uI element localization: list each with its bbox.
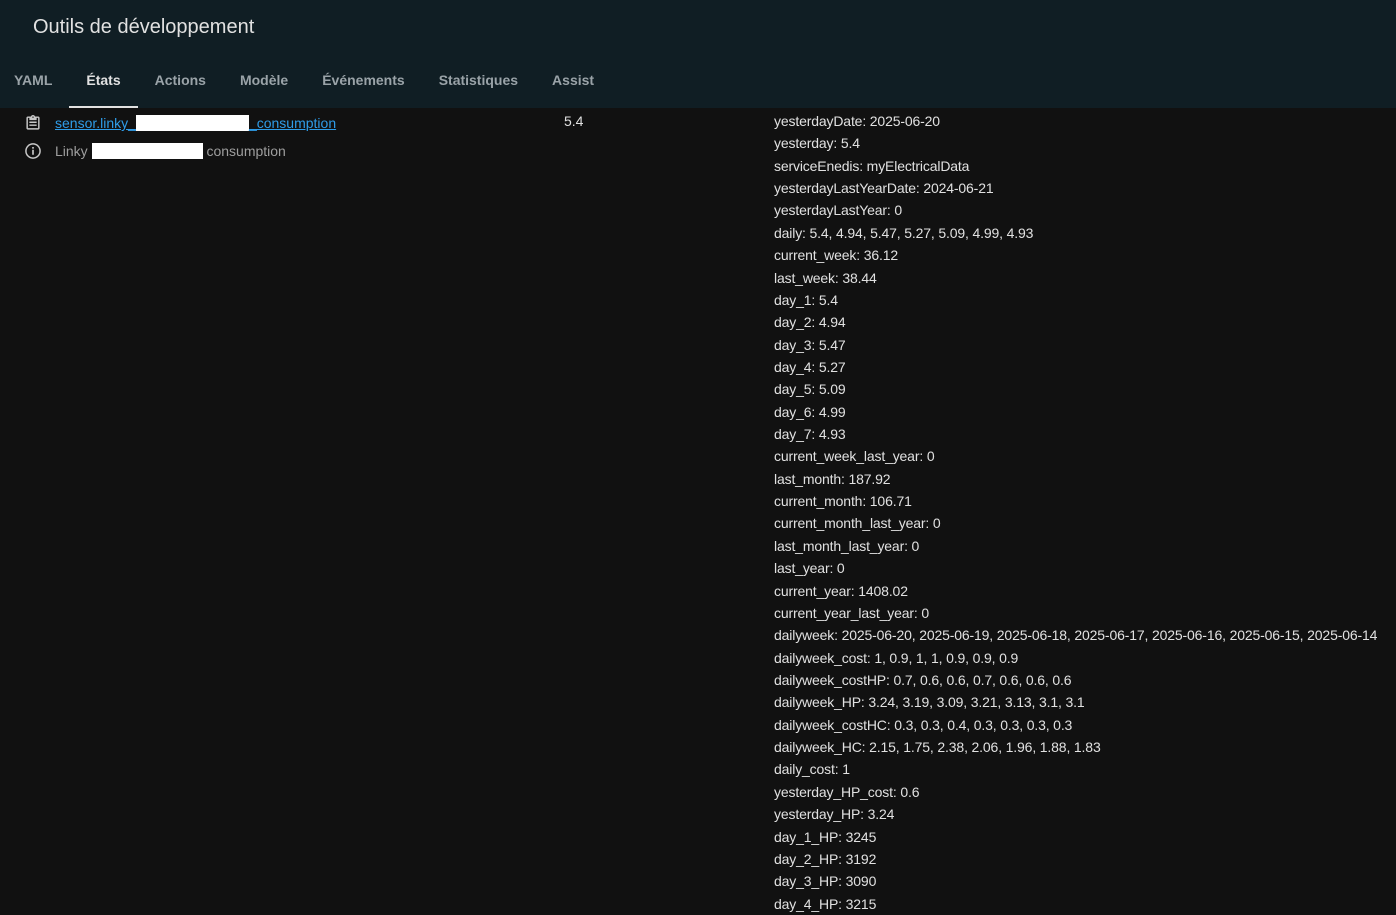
attribute-line: day_4: 5.27 bbox=[774, 358, 846, 375]
attribute-line: yesterday: 5.4 bbox=[774, 135, 860, 152]
entity-id-link[interactable]: sensor.linky_ _consumption bbox=[55, 115, 336, 131]
tab-statistics[interactable]: Statistiques bbox=[422, 56, 535, 108]
attribute-line: dailyweek: 2025-06-20, 2025-06-19, 2025-… bbox=[774, 627, 1378, 644]
redacted-block bbox=[135, 115, 249, 131]
entity-cell: sensor.linky_ _consumption Linky consumpt… bbox=[22, 112, 522, 162]
attribute-line: day_2: 4.94 bbox=[774, 314, 846, 331]
attribute-line: dailyweek_HP: 3.24, 3.19, 3.09, 3.21, 3.… bbox=[774, 694, 1085, 711]
top-app-bar: Outils de développement YAML États Actio… bbox=[0, 0, 1396, 108]
tab-assist[interactable]: Assist bbox=[535, 56, 611, 108]
attribute-line: dailyweek_HC: 2.15, 1.75, 2.38, 2.06, 1.… bbox=[774, 739, 1101, 756]
attribute-line: current_week_last_year: 0 bbox=[774, 448, 935, 465]
entity-id-suffix: _consumption bbox=[248, 115, 337, 131]
attributes-list: yesterdayDate: 2025-06-20 yesterday: 5.4 s… bbox=[774, 110, 1394, 915]
attribute-line: yesterdayLastYear: 0 bbox=[774, 202, 903, 219]
clipboard-copy-icon[interactable] bbox=[22, 112, 44, 134]
attribute-line: daily_cost: 1 bbox=[774, 761, 850, 778]
tab-bar: YAML États Actions Modèle Événements Sta… bbox=[0, 56, 611, 108]
attribute-line: last_month_last_year: 0 bbox=[774, 537, 920, 554]
tab-template[interactable]: Modèle bbox=[223, 56, 305, 108]
attribute-line: day_3: 5.47 bbox=[774, 336, 846, 353]
attribute-line: current_month: 106.71 bbox=[774, 493, 912, 510]
attribute-line: day_2_HP: 3192 bbox=[774, 850, 877, 867]
info-icon[interactable] bbox=[22, 140, 44, 162]
redacted-block bbox=[91, 143, 203, 159]
attribute-line: current_year: 1408.02 bbox=[774, 582, 908, 599]
tab-actions[interactable]: Actions bbox=[138, 56, 223, 108]
tab-states[interactable]: États bbox=[69, 56, 138, 108]
attribute-line: serviceEnedis: myElectricalData bbox=[774, 157, 970, 174]
attribute-line: day_3_HP: 3090 bbox=[774, 873, 877, 890]
attribute-line: yesterdayLastYearDate: 2024-06-21 bbox=[774, 180, 994, 197]
attribute-line: dailyweek_costHP: 0.7, 0.6, 0.6, 0.7, 0.… bbox=[774, 671, 1072, 688]
attribute-line: day_1_HP: 3245 bbox=[774, 828, 877, 845]
page-title: Outils de développement bbox=[33, 16, 255, 38]
attribute-line: last_month: 187.92 bbox=[774, 470, 891, 487]
attribute-line: last_week: 38.44 bbox=[774, 269, 877, 286]
attribute-line: yesterday_HP: 3.24 bbox=[774, 806, 895, 823]
attribute-line: current_year_last_year: 0 bbox=[774, 604, 930, 621]
friendly-name-row: Linky consumption bbox=[22, 140, 522, 162]
tab-yaml[interactable]: YAML bbox=[0, 56, 69, 108]
attribute-line: daily: 5.4, 4.94, 5.47, 5.27, 5.09, 4.99… bbox=[774, 224, 1034, 241]
attribute-line: yesterdayDate: 2025-06-20 bbox=[774, 113, 940, 129]
attribute-line: day_5: 5.09 bbox=[774, 381, 846, 398]
state-value: 5.4 bbox=[564, 113, 584, 129]
friendly-name-prefix: Linky bbox=[55, 143, 88, 159]
attribute-line: day_1: 5.4 bbox=[774, 291, 838, 308]
friendly-name-suffix: consumption bbox=[206, 143, 286, 159]
attribute-line: current_month_last_year: 0 bbox=[774, 515, 941, 532]
attribute-line: dailyweek_costHC: 0.3, 0.3, 0.4, 0.3, 0.… bbox=[774, 716, 1073, 733]
attribute-line: day_4_HP: 3215 bbox=[774, 895, 877, 912]
attribute-line: day_7: 4.93 bbox=[774, 426, 846, 443]
friendly-name: Linky consumption bbox=[55, 143, 286, 159]
attribute-line: dailyweek_cost: 1, 0.9, 1, 1, 0.9, 0.9, … bbox=[774, 649, 1019, 666]
tab-events[interactable]: Événements bbox=[305, 56, 421, 108]
attribute-line: yesterday_HP_cost: 0.6 bbox=[774, 783, 920, 800]
attribute-line: day_6: 4.99 bbox=[774, 403, 846, 420]
attribute-line: current_week: 36.12 bbox=[774, 247, 899, 264]
entity-id-prefix: sensor.linky_ bbox=[55, 115, 136, 131]
entity-id-row: sensor.linky_ _consumption bbox=[22, 112, 522, 134]
attribute-line: last_year: 0 bbox=[774, 560, 845, 577]
